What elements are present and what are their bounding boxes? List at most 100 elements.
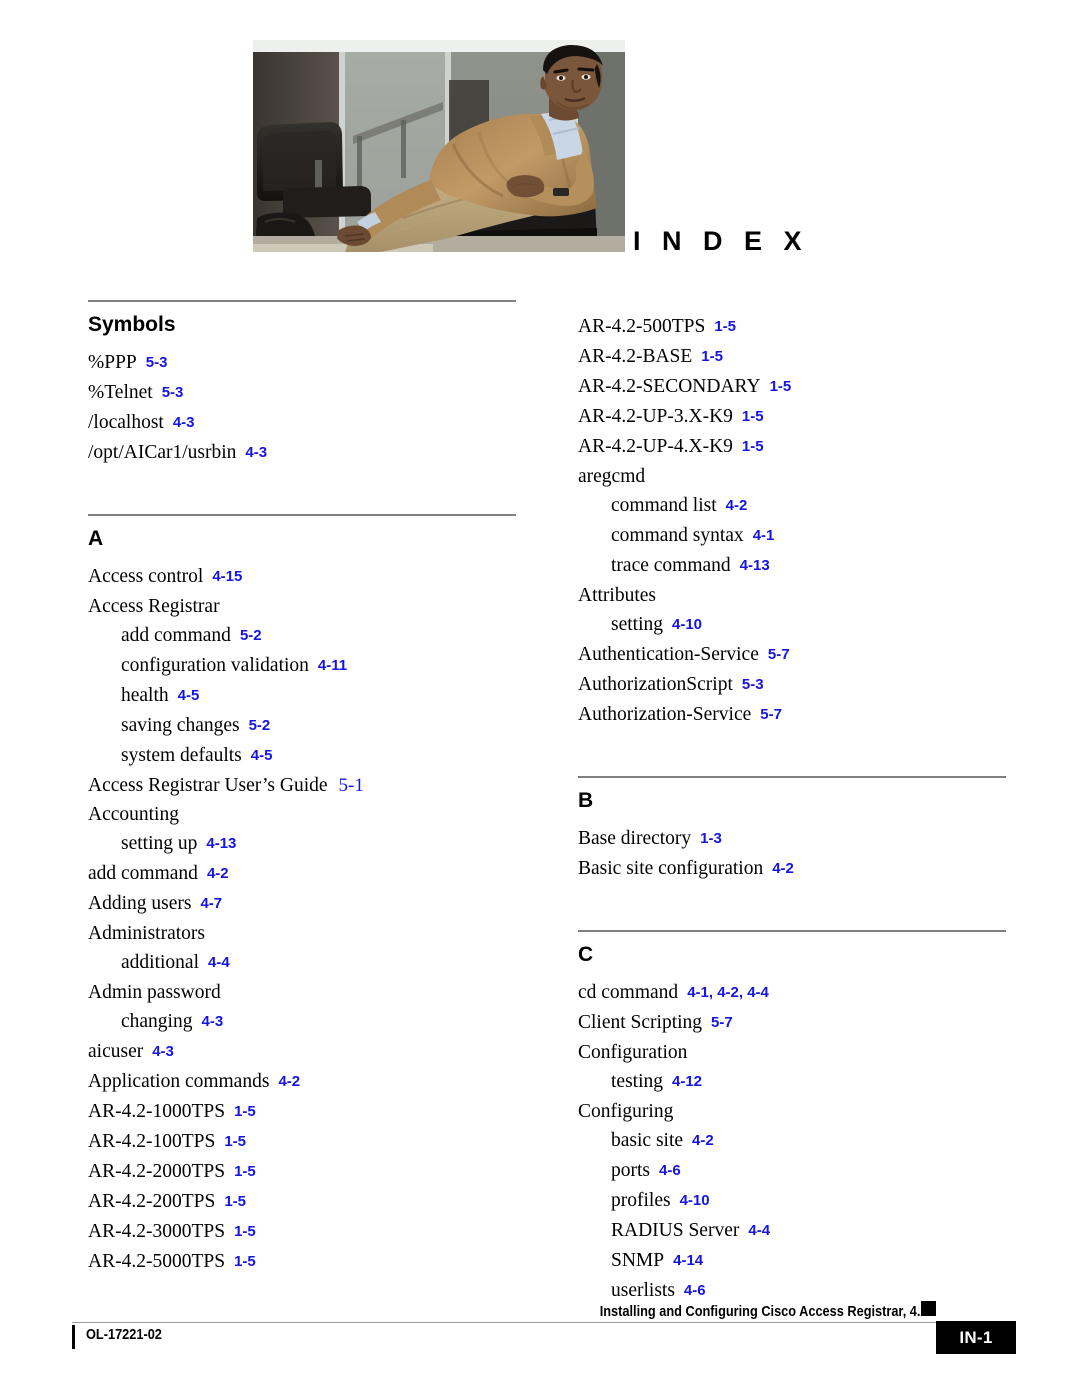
index-page-reference[interactable]: 4-5 [178, 687, 200, 704]
index-page-reference[interactable]: 4-13 [740, 557, 770, 574]
index-page-reference[interactable]: 4-2 [692, 1132, 714, 1149]
index-page-reference[interactable]: 1-5 [234, 1253, 256, 1270]
index-subentry[interactable]: testing 4-12 [578, 1067, 1008, 1097]
index-entry[interactable]: Access Registrar [88, 592, 518, 621]
index-page-reference[interactable]: 4-2 [278, 1073, 300, 1090]
index-entry[interactable]: Base directory 1-3 [578, 824, 1008, 854]
index-page-reference[interactable]: 4-6 [659, 1162, 681, 1179]
index-entry[interactable]: AR-4.2-500TPS 1-5 [578, 312, 1008, 342]
index-entry[interactable]: Configuration [578, 1038, 1008, 1067]
index-page-reference[interactable]: 4-3 [173, 414, 195, 431]
index-subentry[interactable]: setting up 4-13 [88, 829, 518, 859]
index-page-reference[interactable]: 4-1 [753, 527, 775, 544]
index-page-reference[interactable]: 1-5 [714, 318, 736, 335]
index-entry[interactable]: /opt/AICar1/usrbin 4-3 [88, 438, 518, 468]
index-subentry[interactable]: trace command 4-13 [578, 551, 1008, 581]
index-page-reference[interactable]: 1-5 [224, 1133, 246, 1150]
index-page-reference[interactable]: 4-7 [200, 895, 222, 912]
index-entry[interactable]: AR-4.2-2000TPS 1-5 [88, 1157, 518, 1187]
index-page-reference[interactable]: 5-3 [742, 676, 764, 693]
index-entry[interactable]: AR-4.2-1000TPS 1-5 [88, 1097, 518, 1127]
index-entry[interactable]: Authorization-Service 5-7 [578, 700, 1008, 730]
index-page-reference[interactable]: 1-5 [742, 438, 764, 455]
index-subentry[interactable]: saving changes 5-2 [88, 711, 518, 741]
index-page-reference[interactable]: 5-7 [760, 706, 782, 723]
index-page-reference[interactable]: 5-3 [146, 354, 168, 371]
index-entry[interactable]: Access Registrar User’s Guide 5-1 [88, 771, 518, 800]
index-page-reference[interactable]: 4-15 [212, 568, 242, 585]
index-subentry[interactable]: add command 5-2 [88, 621, 518, 651]
index-page-reference[interactable]: 1-5 [234, 1223, 256, 1240]
index-page-reference[interactable]: 4-10 [680, 1192, 710, 1209]
index-page-reference[interactable]: 4-2 [726, 497, 748, 514]
index-entry[interactable]: aicuser 4-3 [88, 1037, 518, 1067]
index-entry[interactable]: AR-4.2-3000TPS 1-5 [88, 1217, 518, 1247]
index-page-reference[interactable]: 1-5 [234, 1103, 256, 1120]
index-page-reference[interactable]: 4-2 [207, 865, 229, 882]
index-page-reference[interactable]: 4-2 [772, 860, 794, 877]
index-subentry[interactable]: health 4-5 [88, 681, 518, 711]
index-page-reference[interactable]: 5-1 [339, 775, 364, 796]
index-subentry[interactable]: configuration validation 4-11 [88, 651, 518, 681]
index-entry[interactable]: Administrators [88, 919, 518, 948]
index-entry[interactable]: /localhost 4-3 [88, 408, 518, 438]
index-entry[interactable]: Attributes [578, 581, 1008, 610]
index-entry[interactable]: Adding users 4-7 [88, 889, 518, 919]
index-entry[interactable]: AuthorizationScript 5-3 [578, 670, 1008, 700]
index-subentry[interactable]: basic site 4-2 [578, 1126, 1008, 1156]
index-entry[interactable]: AR-4.2-SECONDARY 1-5 [578, 372, 1008, 402]
index-page-reference[interactable]: 4-1, 4-2, 4-4 [687, 984, 769, 1001]
index-entry[interactable]: AR-4.2-UP-4.X-K9 1-5 [578, 432, 1008, 462]
index-page-reference[interactable]: 4-3 [152, 1043, 174, 1060]
index-page-reference[interactable]: 1-3 [700, 830, 722, 847]
index-entry[interactable]: AR-4.2-BASE 1-5 [578, 342, 1008, 372]
index-page-reference[interactable]: 5-2 [240, 627, 262, 644]
index-page-reference[interactable]: 1-5 [742, 408, 764, 425]
index-entry[interactable]: Accounting [88, 800, 518, 829]
index-entry[interactable]: Configuring [578, 1097, 1008, 1126]
index-page-reference[interactable]: 1-5 [234, 1163, 256, 1180]
index-page-reference[interactable]: 4-5 [251, 747, 273, 764]
index-entry[interactable]: Admin password [88, 978, 518, 1007]
index-page-reference[interactable]: 4-12 [672, 1073, 702, 1090]
index-entry[interactable]: aregcmd [578, 462, 1008, 491]
index-entry[interactable]: AR-4.2-100TPS 1-5 [88, 1127, 518, 1157]
index-entry[interactable]: AR-4.2-UP-3.X-K9 1-5 [578, 402, 1008, 432]
index-page-reference[interactable]: 4-13 [206, 835, 236, 852]
index-subentry[interactable]: changing 4-3 [88, 1007, 518, 1037]
index-subentry[interactable]: RADIUS Server 4-4 [578, 1216, 1008, 1246]
index-entry[interactable]: Basic site configuration 4-2 [578, 854, 1008, 884]
index-entry[interactable]: AR-4.2-5000TPS 1-5 [88, 1247, 518, 1277]
index-subentry[interactable]: setting 4-10 [578, 610, 1008, 640]
index-page-reference[interactable]: 4-14 [673, 1252, 703, 1269]
index-entry[interactable]: Application commands 4-2 [88, 1067, 518, 1097]
index-page-reference[interactable]: 4-4 [208, 954, 230, 971]
index-subentry[interactable]: additional 4-4 [88, 948, 518, 978]
index-page-reference[interactable]: 4-10 [672, 616, 702, 633]
index-entry[interactable]: %PPP 5-3 [88, 348, 518, 378]
index-page-reference[interactable]: 5-7 [711, 1014, 733, 1031]
index-page-reference[interactable]: 4-11 [318, 657, 347, 674]
index-page-reference[interactable]: 4-4 [748, 1222, 770, 1239]
index-page-reference[interactable]: 5-3 [162, 384, 184, 401]
index-page-reference[interactable]: 1-5 [224, 1193, 246, 1210]
index-entry[interactable]: add command 4-2 [88, 859, 518, 889]
index-subentry[interactable]: command syntax 4-1 [578, 521, 1008, 551]
index-page-reference[interactable]: 4-3 [245, 444, 267, 461]
index-entry[interactable]: Client Scripting 5-7 [578, 1008, 1008, 1038]
index-entry[interactable]: %Telnet 5-3 [88, 378, 518, 408]
index-subentry[interactable]: profiles 4-10 [578, 1186, 1008, 1216]
index-page-reference[interactable]: 4-3 [201, 1013, 223, 1030]
index-subentry[interactable]: ports 4-6 [578, 1156, 1008, 1186]
index-page-reference[interactable]: 1-5 [701, 348, 723, 365]
index-page-reference[interactable]: 1-5 [770, 378, 792, 395]
index-subentry[interactable]: command list 4-2 [578, 491, 1008, 521]
index-page-reference[interactable]: 5-2 [249, 717, 271, 734]
index-page-reference[interactable]: 4-6 [684, 1282, 706, 1299]
index-entry[interactable]: Authentication-Service 5-7 [578, 640, 1008, 670]
index-entry[interactable]: Access control 4-15 [88, 562, 518, 592]
index-page-reference[interactable]: 5-7 [768, 646, 790, 663]
index-entry[interactable]: AR-4.2-200TPS 1-5 [88, 1187, 518, 1217]
index-entry[interactable]: cd command 4-1, 4-2, 4-4 [578, 978, 1008, 1008]
index-subentry[interactable]: SNMP 4-14 [578, 1246, 1008, 1276]
